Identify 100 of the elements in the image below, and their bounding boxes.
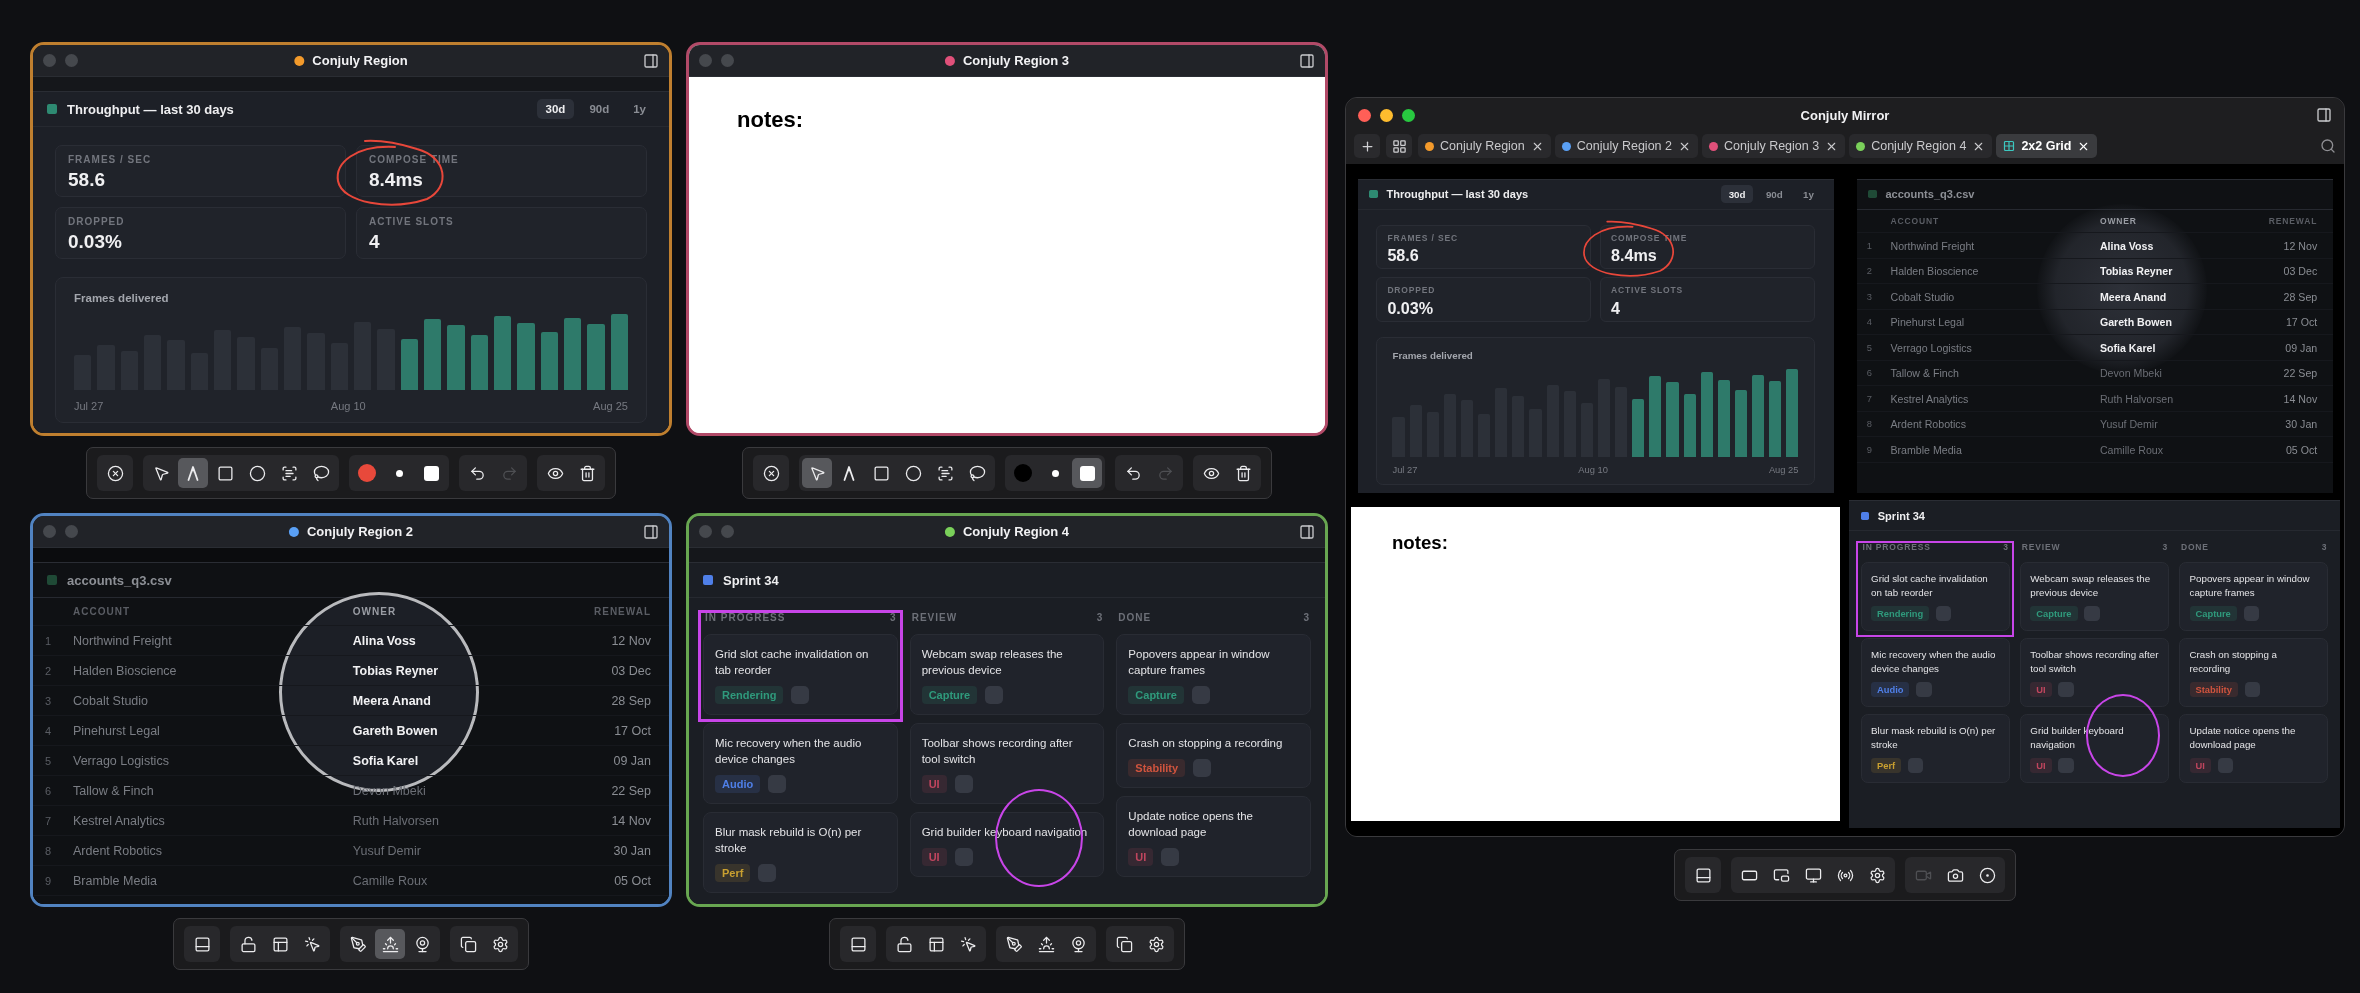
tag-label: Perf bbox=[715, 864, 751, 882]
task-title: Popovers appear in window capture frames bbox=[1128, 647, 1271, 678]
pointer-tool-button[interactable] bbox=[802, 458, 832, 488]
card-count: 3 bbox=[1096, 611, 1103, 623]
card-count: 3 bbox=[2162, 542, 2168, 553]
plus-icon bbox=[1359, 138, 1375, 154]
fill-button[interactable] bbox=[1072, 458, 1102, 488]
task-card[interactable]: Blur mask rebuild is O(n) per stroke Perf bbox=[703, 812, 898, 893]
table-cell-text: 03 Dec bbox=[610, 663, 652, 678]
task-card[interactable]: Popovers appear in window capture frames Capture bbox=[1116, 634, 1311, 715]
sidebar-icon[interactable] bbox=[643, 52, 659, 69]
avatar-placeholder bbox=[791, 686, 810, 704]
tag-label: UI bbox=[2030, 758, 2052, 774]
table-cell-text: Ruth Halvorsen bbox=[2099, 392, 2175, 405]
range-tab[interactable]: 30d bbox=[1721, 185, 1754, 203]
column-title: REVIEW bbox=[911, 611, 958, 623]
task-card[interactable]: Grid slot cache invalidation on tab reorder Rendering bbox=[1860, 561, 2010, 631]
stat-label: DROPPED bbox=[1387, 285, 1437, 296]
sunrise-button[interactable] bbox=[375, 929, 405, 959]
sidebar-icon[interactable] bbox=[1299, 523, 1315, 540]
sunrise-icon bbox=[381, 935, 399, 953]
table-cell-text: 14 Nov bbox=[610, 813, 652, 828]
task-card[interactable]: Popovers appear in window capture frames Capture bbox=[2179, 561, 2329, 631]
range-tab[interactable]: 90d bbox=[1758, 185, 1791, 203]
tab[interactable]: Conjuly Region 2 bbox=[1554, 134, 1698, 158]
stroke-dot-icon bbox=[395, 469, 403, 477]
task-card[interactable]: Toolbar shows recording after tool switch UI bbox=[909, 723, 1105, 804]
task-card[interactable]: Update notice opens the download page UI bbox=[1116, 796, 1311, 877]
grid-icon bbox=[2003, 140, 2016, 152]
table-cell-text: Kestrel Analytics bbox=[73, 813, 166, 828]
window-title: Conjuly Region 2 bbox=[306, 524, 414, 539]
panel-title: Throughput — last 30 days bbox=[1386, 188, 1529, 201]
table-cell-text: Meera Anand bbox=[352, 693, 432, 708]
notes-text: notes: bbox=[1391, 532, 1448, 554]
sidebar-icon[interactable] bbox=[1299, 52, 1315, 69]
file-name: accounts_q3.csv bbox=[67, 572, 172, 588]
range-tab[interactable]: 90d bbox=[580, 99, 619, 119]
grid-view-button[interactable] bbox=[1386, 134, 1412, 158]
task-card[interactable]: Toolbar shows recording after tool switch UI bbox=[2019, 637, 2169, 707]
range-tab[interactable]: 1y bbox=[624, 99, 655, 119]
trash-icon bbox=[1234, 464, 1252, 482]
column-title: REVIEW bbox=[2021, 542, 2061, 553]
axis-label: Jul 27 bbox=[74, 400, 104, 412]
axis-label: Aug 25 bbox=[1768, 465, 1799, 476]
task-card[interactable]: Webcam swap releases the previous device Capture bbox=[2019, 561, 2169, 631]
close-icon bbox=[762, 464, 780, 482]
tab[interactable]: 2x2 Grid bbox=[1996, 134, 2098, 158]
chart-bar bbox=[447, 324, 465, 390]
range-tab[interactable]: 1y bbox=[1795, 185, 1822, 203]
zoom-window-button[interactable] bbox=[1402, 108, 1415, 122]
task-card[interactable]: Grid slot cache invalidation on tab reorder Rendering bbox=[703, 634, 898, 715]
sidebar-icon[interactable] bbox=[643, 523, 659, 540]
avatar-placeholder bbox=[1907, 757, 1924, 774]
table-cell-text: Northwind Freight bbox=[1890, 239, 1976, 252]
task-title: Crash on stopping a recording bbox=[1128, 736, 1284, 751]
minimize-window-button[interactable] bbox=[1380, 108, 1393, 122]
task-card[interactable]: Mic recovery when the audio device changes Audio bbox=[1860, 637, 2010, 707]
webcam-icon bbox=[413, 935, 431, 953]
range-tab[interactable]: 30d bbox=[536, 99, 575, 119]
task-card[interactable]: Webcam swap releases the previous device Capture bbox=[909, 634, 1105, 715]
window-title: Conjuly Region 4 bbox=[962, 524, 1070, 539]
card-count: 3 bbox=[890, 611, 896, 623]
task-card[interactable]: Blur mask rebuild is O(n) per stroke Perf bbox=[1860, 713, 2010, 783]
task-card[interactable]: Update notice opens the download page UI bbox=[2179, 713, 2329, 783]
column-title: DONE bbox=[1118, 611, 1152, 623]
axis-label: Aug 10 bbox=[330, 400, 366, 412]
chart-bar bbox=[1632, 398, 1645, 457]
table-cell-text: Cobalt Studio bbox=[73, 693, 150, 708]
task-title: Mic recovery when the audio device changes bbox=[1871, 648, 1997, 676]
add-tab-button[interactable] bbox=[1354, 134, 1380, 158]
tag-label: Capture bbox=[921, 686, 978, 704]
chart-bar bbox=[563, 318, 582, 390]
pen-tool-button[interactable] bbox=[178, 458, 208, 488]
table-cell-text: Halden Bioscience bbox=[73, 663, 178, 678]
tab[interactable]: Conjuly Region bbox=[1418, 134, 1551, 158]
table-cell-text: Sofia Karel bbox=[2099, 341, 2157, 354]
row-number: 8 bbox=[1865, 419, 1873, 430]
table-cell-text: Tallow & Finch bbox=[73, 783, 155, 798]
panel-bottom-icon bbox=[849, 935, 867, 953]
table-cell-text: Tallow & Finch bbox=[1890, 367, 1960, 380]
table-cell-text: Camille Roux bbox=[2099, 443, 2165, 456]
table-cell-text: Pinehurst Legal bbox=[1890, 316, 1966, 329]
chart-title: Frames delivered bbox=[74, 292, 170, 304]
tab[interactable]: Conjuly Region 3 bbox=[1702, 134, 1846, 158]
panel-bottom-icon bbox=[193, 935, 211, 953]
chart-bar bbox=[400, 339, 418, 390]
row-number: 5 bbox=[1865, 342, 1873, 353]
cursor-click-icon bbox=[959, 935, 977, 953]
close-window-button[interactable] bbox=[1358, 108, 1371, 122]
task-card[interactable]: Crash on stopping a recording Stability bbox=[1116, 723, 1311, 788]
tab[interactable]: Conjuly Region 4 bbox=[1849, 134, 1993, 158]
search-icon[interactable] bbox=[2320, 138, 2336, 154]
task-card[interactable]: Mic recovery when the audio device changes Audio bbox=[703, 723, 898, 804]
chart-bar bbox=[1683, 393, 1696, 457]
chart-bar bbox=[517, 322, 535, 390]
sidebar-icon[interactable] bbox=[2316, 107, 2332, 123]
task-card[interactable]: Crash on stopping a recording Stability bbox=[2179, 637, 2329, 707]
stat-value: 4 bbox=[369, 231, 381, 253]
table-cell-text: Devon Mbeki bbox=[2099, 367, 2163, 380]
chart-bar bbox=[470, 335, 488, 390]
